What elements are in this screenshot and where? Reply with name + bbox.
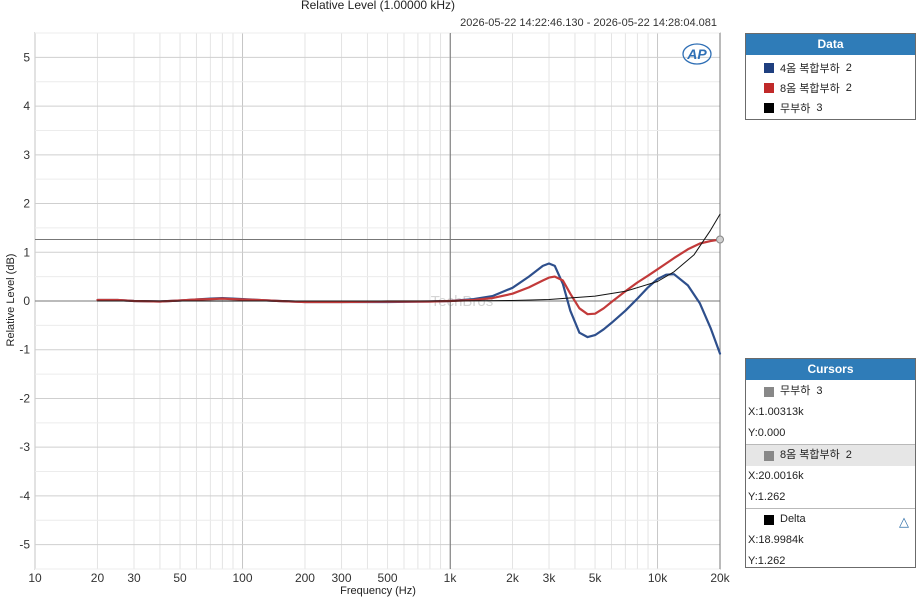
x-tick-label: 50 [173,571,187,585]
delta-triangle-icon[interactable]: △ [899,511,909,532]
legend-item[interactable]: 8옴 복합부하 2 [746,78,915,98]
cursor1-label: 무부하 [780,385,811,397]
cursors-panel-header: Cursors [746,359,915,380]
delta-swatch [764,514,774,525]
cursor1-x: X:1.00313k [748,406,804,418]
x-tick-label: 2k [506,571,520,585]
chart-title: Relative Level (1.00000 kHz) [301,0,455,12]
delta-y: Y:1.262 [748,555,786,567]
cursor1-swatch [764,386,774,397]
x-tick-label: 30 [127,571,141,585]
y-tick-label: -3 [19,440,30,454]
y-tick-label: -5 [19,538,30,552]
x-tick-label: 20 [91,571,105,585]
legend-index: 2 [845,62,852,74]
x-tick-label: 10 [28,571,42,585]
y-tick-label: 2 [23,197,30,211]
cursor-marker [716,235,725,244]
x-tick-label: 1k [444,571,458,585]
x-tick-label: 100 [232,571,252,585]
cursor1-header[interactable]: 무부하 3 [746,381,915,402]
legend-swatch [764,63,774,73]
data-legend-panel: Data 4옴 복합부하 2 8옴 복합부하 2 무부하 3 [745,33,916,120]
y-tick-label: 1 [23,245,30,259]
legend-label: 4옴 복합부하 [780,63,840,75]
y-tick-label: 0 [23,294,30,308]
x-tick-label: 20k [710,571,730,585]
cursor2-x: X:20.0016k [748,470,804,482]
x-tick-label: 300 [332,571,352,585]
cursor2-y: Y:1.262 [748,491,786,503]
legend-item[interactable]: 무부하 3 [746,98,915,118]
legend-label: 무부하 [780,103,811,115]
ap-logo-text: AP [686,46,707,62]
cursor1-index: 3 [816,385,823,397]
x-tick-label: 3k [543,571,557,585]
cursor1-y: Y:0.000 [748,427,786,439]
delta-label: Delta [780,513,806,525]
y-tick-label: 5 [23,50,30,64]
data-panel-header: Data [746,34,915,55]
cursor2-header[interactable]: 8옴 복합부하 2 [746,444,915,466]
legend-label: 8옴 복합부하 [780,83,840,95]
legend-swatch [764,83,774,93]
x-tick-label: 5k [589,571,603,585]
y-tick-label: 3 [23,148,30,162]
chart-subtitle: 2026-05-22 14:22:46.130 - 2026-05-22 14:… [460,17,717,29]
legend-index: 2 [845,82,852,94]
y-axis-label: Relative Level (dB) [5,254,17,347]
cursor2-swatch [764,450,774,461]
cursor2-index: 2 [845,449,852,461]
y-tick-label: -2 [19,391,30,405]
x-tick-label: 500 [378,571,398,585]
cursors-panel: Cursors 무부하 3 X:1.00313k Y:0.000 8옴 복합부하… [745,358,916,568]
y-tick-label: -1 [19,343,30,357]
cursor2-label: 8옴 복합부하 [780,449,840,461]
x-axis-label: Frequency (Hz) [340,585,416,597]
delta-x: X:18.9984k [748,534,804,546]
y-tick-label: -4 [19,489,30,503]
legend-swatch [764,103,774,113]
y-tick-label: 4 [23,99,30,113]
legend-index: 3 [816,102,823,114]
x-tick-label: 200 [295,571,315,585]
delta-header[interactable]: Delta △ [746,508,915,530]
x-tick-label: 10k [648,571,668,585]
legend-item[interactable]: 4옴 복합부하 2 [746,58,915,78]
